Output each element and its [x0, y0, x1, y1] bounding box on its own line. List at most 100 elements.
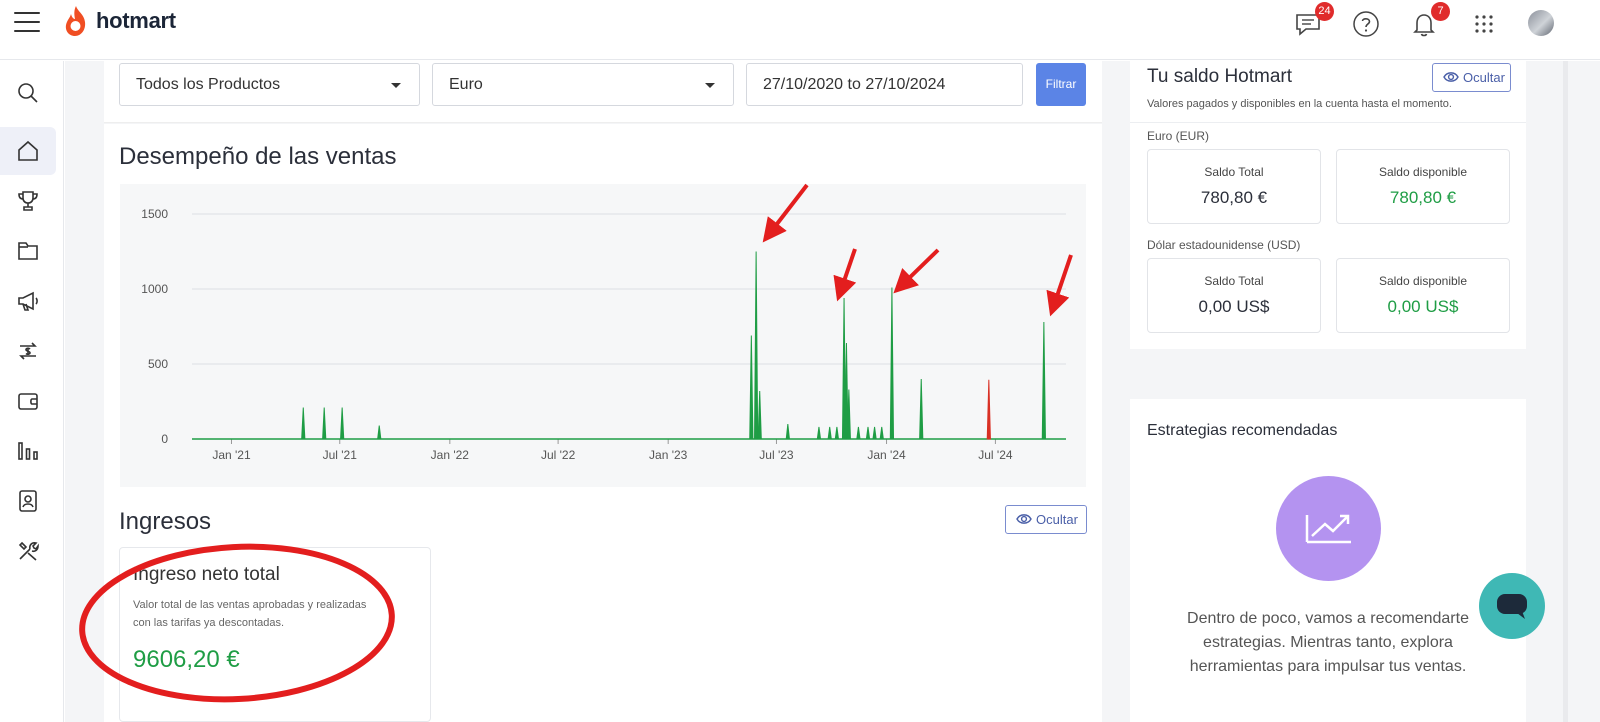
- balance-hide-button[interactable]: Ocultar: [1432, 63, 1511, 92]
- strategies-line-3: herramientas para impulsar tus ventas.: [1189, 658, 1467, 675]
- y-tick-label: 0: [161, 432, 168, 446]
- net-income-desc-2: con las tarifas ya descontadas.: [133, 617, 285, 629]
- scrollbar-track[interactable]: [1563, 61, 1568, 722]
- usd-total-box: Saldo Total 0,00 US$: [1147, 258, 1321, 333]
- top-bar: hotmart 24 7: [0, 0, 1600, 60]
- notifications-badge: 7: [1431, 2, 1450, 21]
- usd-available-label: Saldo disponible: [1378, 274, 1468, 288]
- data-point-spike: [377, 425, 382, 440]
- net-income-box: Ingreso neto total Valor total de las ve…: [119, 547, 431, 722]
- data-point-spike: [879, 426, 884, 440]
- data-point-spike: [1041, 321, 1046, 440]
- data-point-spike: [757, 390, 762, 440]
- bar-chart-icon[interactable]: [0, 427, 56, 475]
- filter-button[interactable]: Filtrar: [1036, 63, 1086, 106]
- eur-total-label: Saldo Total: [1204, 165, 1264, 179]
- eur-total-value: 780,80 €: [1200, 188, 1268, 207]
- messages-badge: 24: [1315, 2, 1334, 21]
- currency-select-value: Euro: [449, 76, 483, 93]
- product-select[interactable]: Todos los Productos: [119, 63, 420, 106]
- chat-support-button[interactable]: [1479, 573, 1545, 639]
- contact-icon[interactable]: [0, 477, 56, 525]
- chevron-down-icon: [705, 83, 715, 88]
- data-point-spike: [889, 287, 895, 440]
- data-point-spike: [754, 251, 759, 440]
- data-point-spike: [856, 426, 861, 440]
- data-point-spike: [301, 407, 306, 440]
- data-point-spike: [919, 378, 924, 440]
- y-tick-label: 1000: [141, 282, 168, 296]
- balance-title: Tu saldo Hotmart: [1147, 66, 1293, 87]
- data-point-spike: [872, 426, 877, 440]
- eye-icon: [1443, 72, 1459, 82]
- data-point-spike: [322, 407, 327, 440]
- search-icon[interactable]: [0, 69, 56, 117]
- folder-icon[interactable]: [0, 227, 56, 275]
- data-point-spike: [834, 426, 840, 440]
- bell-icon[interactable]: 7: [1410, 2, 1450, 40]
- usd-total-label: Saldo Total: [1204, 274, 1264, 288]
- x-tick-label: Jul '24: [978, 448, 1013, 462]
- sidebar: [0, 61, 64, 722]
- flame-icon: [65, 6, 86, 36]
- x-tick-label: Jan '21: [212, 448, 251, 462]
- usd-available-box: Saldo disponible 0,00 US$: [1336, 258, 1510, 333]
- x-tick-label: Jan '24: [867, 448, 906, 462]
- data-point-spike: [749, 335, 754, 440]
- data-point-spike: [816, 426, 822, 440]
- x-tick-label: Jul '23: [759, 448, 794, 462]
- data-point-spike: [865, 426, 871, 440]
- apps-grid-icon[interactable]: [1470, 10, 1500, 40]
- x-tick-label: Jul '22: [541, 448, 576, 462]
- sales-title: Desempeño de las ventas: [119, 143, 397, 170]
- income-hide-button[interactable]: Ocultar: [1005, 505, 1087, 534]
- usd-label: Dólar estadounidense (USD): [1147, 238, 1301, 252]
- strategies-title: Estrategias recomendadas: [1147, 422, 1338, 439]
- date-range-input[interactable]: 27/10/2020 to 27/10/2024: [746, 63, 1023, 106]
- eur-available-box: Saldo disponible 780,80 €: [1336, 149, 1510, 224]
- strategies-text: Dentro de poco, vamos a recomendarte est…: [1130, 607, 1526, 679]
- product-select-value: Todos los Productos: [136, 76, 281, 93]
- chat-icon[interactable]: 24: [1294, 2, 1334, 40]
- usd-total-value: 0,00 US$: [1198, 297, 1270, 316]
- wallet-icon[interactable]: [0, 377, 56, 425]
- chevron-down-icon: [391, 83, 401, 88]
- data-point-spike: [340, 407, 345, 440]
- tools-icon[interactable]: [0, 527, 56, 575]
- sales-chart-area: 1500 1000 500 0 Jan '21 Jul '21 Jan '22 Jul '22…: [120, 184, 1086, 487]
- sales-chart: 1500 1000 500 0 Jan '21 Jul '21 Jan '22 Jul '22…: [141, 207, 1066, 462]
- trend-up-icon: [1276, 476, 1381, 581]
- help-icon[interactable]: [1352, 10, 1382, 40]
- data-point-spike: [785, 423, 790, 440]
- balance-hide-label: Ocultar: [1463, 70, 1505, 85]
- net-income-title: Ingreso neto total: [133, 564, 280, 585]
- home-icon[interactable]: [0, 127, 56, 175]
- y-tick-label: 1500: [141, 207, 168, 221]
- avatar[interactable]: [1528, 10, 1554, 36]
- income-hide-label: Ocultar: [1036, 512, 1078, 527]
- currency-select[interactable]: Euro: [432, 63, 734, 106]
- x-tick-label: Jul '21: [323, 448, 358, 462]
- strategies-line-1: Dentro de poco, vamos a recomendarte: [1187, 610, 1469, 627]
- eur-available-value: 780,80 €: [1389, 188, 1457, 207]
- hotmart-logo[interactable]: hotmart: [62, 4, 176, 38]
- y-tick-label: 500: [148, 357, 168, 371]
- divider: [1130, 122, 1526, 123]
- date-range-value: 27/10/2020 to 27/10/2024: [763, 76, 946, 93]
- menu-icon[interactable]: [14, 12, 40, 32]
- usd-available-value: 0,00 US$: [1387, 297, 1459, 316]
- money-exchange-icon[interactable]: [0, 327, 56, 375]
- eur-available-label: Saldo disponible: [1378, 165, 1468, 179]
- eur-total-box: Saldo Total 780,80 €: [1147, 149, 1321, 224]
- eur-label: Euro (EUR): [1147, 129, 1210, 143]
- megaphone-icon[interactable]: [0, 277, 56, 325]
- x-tick-label: Jan '22: [431, 448, 470, 462]
- income-title: Ingresos: [119, 508, 212, 535]
- x-tick-label: Jan '23: [649, 448, 688, 462]
- logo-text: hotmart: [96, 8, 176, 33]
- data-point-spike: [986, 379, 991, 440]
- trophy-icon[interactable]: [0, 177, 56, 225]
- balance-subtitle: Valores pagados y disponibles en la cuen…: [1147, 98, 1452, 110]
- eye-icon: [1016, 514, 1032, 524]
- data-point-spike: [827, 426, 832, 440]
